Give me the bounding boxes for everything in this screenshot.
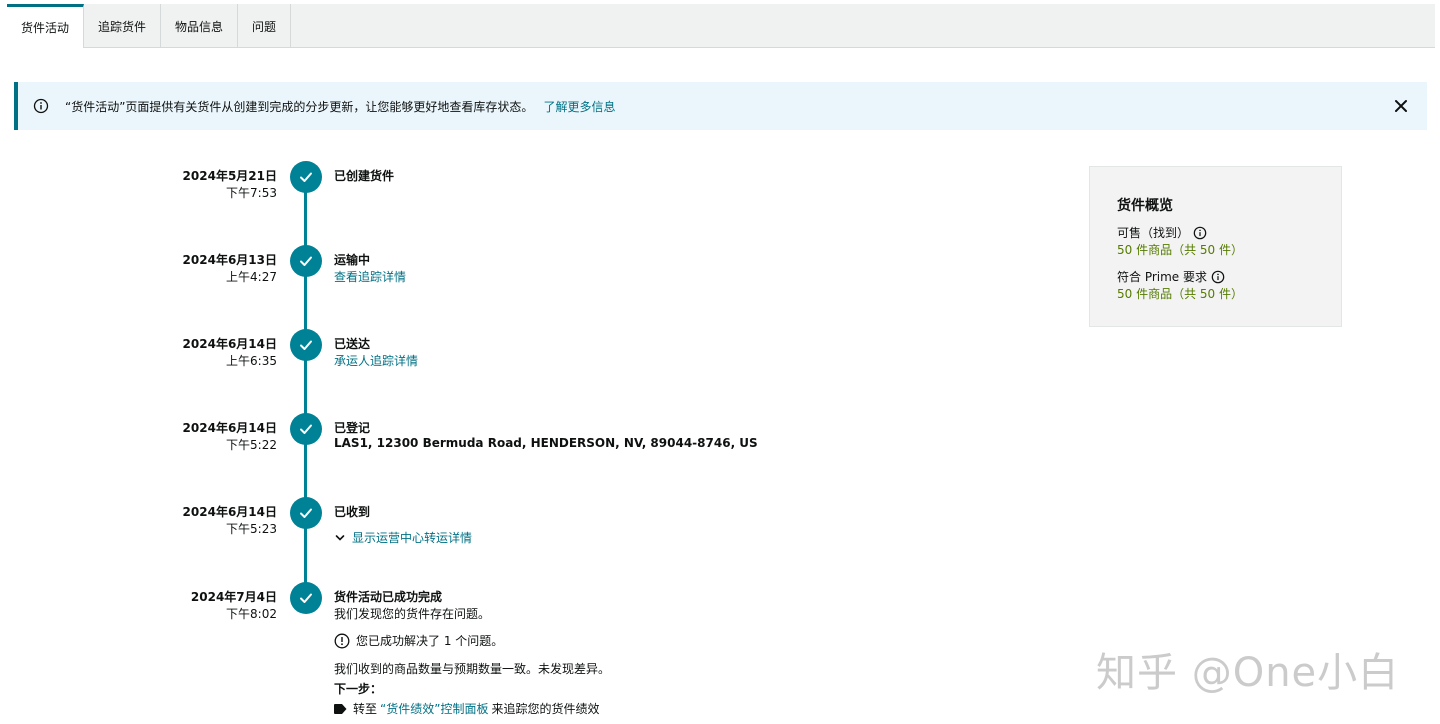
next-suffix: 来追踪您的货件绩效: [491, 702, 600, 716]
tab-shipment-activity[interactable]: 货件活动: [7, 4, 85, 48]
event-time: 下午7:53: [226, 186, 277, 200]
check-icon: [290, 329, 322, 361]
event-date: 2024年6月13日: [182, 253, 277, 267]
event-title: 运输中: [334, 253, 371, 267]
alert-circle-icon: [334, 633, 350, 648]
sellable-value: 50 件商品（共 50 件）: [1117, 243, 1243, 257]
resolved-text: 您已成功解决了 1 个问题。: [356, 634, 504, 648]
summary-title: 货件概览: [1117, 198, 1173, 214]
event-time: 下午8:02: [226, 607, 277, 621]
info-icon[interactable]: [1211, 270, 1225, 284]
check-icon: [290, 582, 322, 614]
prime-value: 50 件商品（共 50 件）: [1117, 287, 1243, 301]
event-date: 2024年6月14日: [182, 421, 277, 435]
event-time: 上午6:35: [226, 354, 277, 368]
learn-more-link[interactable]: 了解更多信息: [543, 98, 615, 115]
toggle-label: 显示运营中心转运详情: [352, 531, 473, 545]
event-title: 已送达: [334, 337, 371, 351]
info-alert: “货件活动”页面提供有关货件从创建到完成的分步更新，让您能够更好地查看库存状态。…: [14, 82, 1427, 130]
event-date: 2024年5月21日: [182, 169, 277, 183]
resolved-notice: 您已成功解决了 1 个问题。: [334, 632, 503, 649]
info-icon: [33, 98, 49, 114]
checkin-address: LAS1, 12300 Bermuda Road, HENDERSON, NV,…: [334, 436, 758, 450]
carrier-tracking-link[interactable]: 承运人追踪详情: [334, 352, 418, 369]
event-date: 2024年7月4日: [190, 590, 277, 604]
event-title: 已收到: [334, 505, 371, 519]
check-icon: [290, 161, 322, 193]
shipment-summary-panel: 货件概览 可售（找到） 50 件商品（共 50 件） 符合 Prime 要求 5…: [1089, 166, 1342, 327]
sellable-label-row: 可售（找到）: [1117, 224, 1207, 241]
event-time: 下午5:22: [226, 438, 277, 452]
next-prefix: 转至: [353, 702, 378, 716]
tag-icon: [334, 703, 347, 714]
performance-dashboard-link[interactable]: “货件绩效”控制面板: [380, 700, 488, 717]
event-time: 下午5:23: [226, 522, 277, 536]
event-date: 2024年6月14日: [182, 337, 277, 351]
event-title: 货件活动已成功完成: [334, 590, 443, 604]
prime-label-row: 符合 Prime 要求: [1117, 268, 1225, 285]
tab-label: 物品信息: [175, 19, 224, 34]
event-title: 已登记: [334, 421, 371, 435]
prime-label: 符合 Prime 要求: [1117, 270, 1207, 284]
tab-label: 问题: [252, 19, 277, 34]
problem-found-text: 我们发现您的货件存在问题。: [334, 607, 491, 621]
alert-message: “货件活动”页面提供有关货件从创建到完成的分步更新，让您能够更好地查看库存状态。: [65, 99, 534, 114]
view-tracking-link[interactable]: 查看追踪详情: [334, 268, 406, 285]
show-transfer-details-toggle[interactable]: 显示运营中心转运详情: [334, 529, 472, 546]
tab-label: 货件活动: [21, 21, 70, 35]
next-step-label: 下一步：: [334, 682, 383, 696]
tab-item-info[interactable]: 物品信息: [161, 4, 239, 48]
match-note: 我们收到的商品数量与预期数量一致。未发现差异。: [334, 662, 611, 676]
tab-track-shipment[interactable]: 追踪货件: [84, 4, 162, 48]
event-title: 已创建货件: [334, 169, 395, 183]
info-icon[interactable]: [1193, 226, 1207, 240]
chevron-down-icon: [335, 534, 345, 541]
event-time: 上午4:27: [226, 270, 277, 284]
tab-problems[interactable]: 问题: [238, 4, 292, 48]
watermark: 知乎 @One小白: [1096, 650, 1400, 696]
check-icon: [290, 413, 322, 445]
event-date: 2024年6月14日: [182, 505, 277, 519]
sellable-label: 可售（找到）: [1117, 226, 1190, 240]
close-icon[interactable]: [1391, 96, 1411, 116]
check-icon: [290, 245, 322, 277]
check-icon: [290, 497, 322, 529]
tab-label: 追踪货件: [98, 19, 147, 34]
tab-bar: 货件活动 追踪货件 物品信息 问题: [7, 4, 1435, 48]
next-step-line: 转至 “货件绩效”控制面板 来追踪您的货件绩效: [334, 700, 599, 717]
